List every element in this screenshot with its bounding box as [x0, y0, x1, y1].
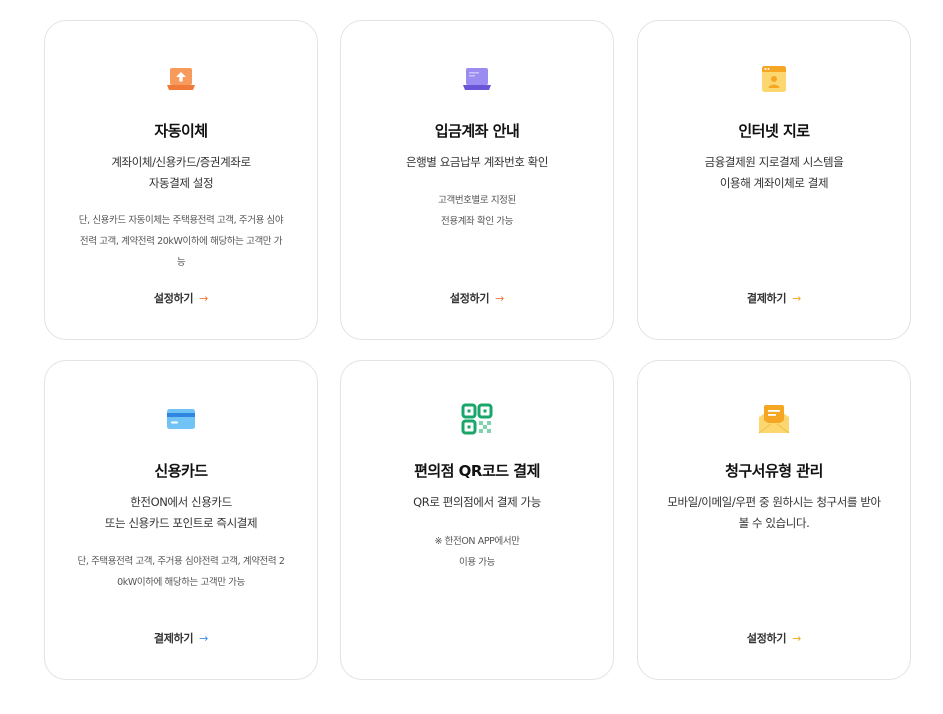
card-title: 신용카드: [154, 462, 208, 480]
action-label: 결제하기: [153, 632, 194, 645]
note-line: 이용 가능: [459, 557, 495, 568]
description-line: 계좌이체/신용카드/증권계좌로: [111, 155, 251, 169]
setup-link[interactable]: 설정하기 →: [341, 290, 613, 306]
laptop-upload-icon: [163, 61, 199, 97]
description-line: 이용해 계좌이체로 결제: [719, 176, 829, 190]
pay-link[interactable]: 결제하기 →: [45, 630, 317, 646]
description-line: QR로 편의점에서 결제 가능: [413, 495, 541, 509]
envelope-bill-icon: [756, 401, 792, 437]
card-description: 은행별 요금납부 계좌번호 확인: [355, 152, 599, 173]
note-line: 전용계좌 확인 가능: [441, 216, 513, 227]
description-line: 볼 수 있습니다.: [738, 516, 810, 530]
action-label: 결제하기: [746, 292, 787, 305]
card-note: 고객번호별로 지정된 전용계좌 확인 가능: [357, 190, 597, 232]
card-credit-card: 신용카드 한전ON에서 신용카드 또는 신용카드 포인트로 즉시결제 단, 주택…: [44, 360, 318, 680]
card-title: 청구서유형 관리: [725, 462, 823, 480]
note-line: 전력 고객, 계약전력 20kW이하에 해당하는 고객만 가: [79, 236, 283, 247]
card-description: 한전ON에서 신용카드 또는 신용카드 포인트로 즉시결제: [59, 492, 303, 534]
note-line: 단, 주택용전력 고객, 주거용 심야전력 고객, 계약전력 2: [77, 556, 285, 567]
description-line: 자동결제 설정: [148, 176, 214, 190]
arrow-right-icon: →: [199, 292, 209, 305]
action-label: 설정하기: [746, 632, 787, 645]
card-bill-type: 청구서유형 관리 모바일/이메일/우편 중 원하시는 청구서를 받아 볼 수 있…: [637, 360, 911, 680]
description-line: 금융결제원 지로결제 시스템을: [704, 155, 844, 169]
card-description: 금융결제원 지로결제 시스템을 이용해 계좌이체로 결제: [652, 152, 896, 194]
action-label: 설정하기: [449, 292, 490, 305]
laptop-icon: [459, 61, 495, 97]
card-note: 단, 주택용전력 고객, 주거용 심야전력 고객, 계약전력 2 0kW이하에 …: [61, 551, 301, 593]
note-line: 단, 신용카드 자동이체는 주택용전력 고객, 주거용 심야: [78, 215, 284, 226]
card-title: 자동이체: [154, 122, 208, 140]
note-line: 고객번호별로 지정된: [438, 195, 516, 206]
note-line: 능: [176, 257, 186, 268]
setup-link[interactable]: 설정하기 →: [45, 290, 317, 306]
description-line: 모바일/이메일/우편 중 원하시는 청구서를 받아: [667, 495, 881, 509]
card-auto-transfer: 자동이체 계좌이체/신용카드/증권계좌로 자동결제 설정 단, 신용카드 자동이…: [44, 20, 318, 340]
card-deposit-account: 입금계좌 안내 은행별 요금납부 계좌번호 확인 고객번호별로 지정된 전용계좌…: [340, 20, 614, 340]
action-label: 설정하기: [153, 292, 194, 305]
card-description: 모바일/이메일/우편 중 원하시는 청구서를 받아 볼 수 있습니다.: [652, 492, 896, 534]
qr-code-icon: [459, 401, 495, 437]
arrow-right-icon: →: [495, 292, 505, 305]
description-line: 은행별 요금납부 계좌번호 확인: [405, 155, 549, 169]
card-title: 인터넷 지로: [738, 122, 810, 140]
setup-link[interactable]: 설정하기 →: [638, 630, 910, 646]
card-convenience-qr: 편의점 QR코드 결제 QR로 편의점에서 결제 가능 ※ 한전ON APP에서…: [340, 360, 614, 680]
card-description: QR로 편의점에서 결제 가능: [355, 492, 599, 513]
arrow-right-icon: →: [792, 632, 802, 645]
credit-card-icon: [163, 401, 199, 437]
card-note: ※ 한전ON APP에서만 이용 가능: [357, 531, 597, 573]
browser-user-icon: [756, 61, 792, 97]
card-title: 편의점 QR코드 결제: [414, 462, 540, 480]
description-line: 또는 신용카드 포인트로 즉시결제: [104, 516, 258, 530]
pay-link[interactable]: 결제하기 →: [638, 290, 910, 306]
arrow-right-icon: →: [199, 632, 209, 645]
arrow-right-icon: →: [792, 292, 802, 305]
card-internet-giro: 인터넷 지로 금융결제원 지로결제 시스템을 이용해 계좌이체로 결제 결제하기…: [637, 20, 911, 340]
card-note: 단, 신용카드 자동이체는 주택용전력 고객, 주거용 심야 전력 고객, 계약…: [61, 210, 301, 273]
card-description: 계좌이체/신용카드/증권계좌로 자동결제 설정: [59, 152, 303, 194]
note-line: ※ 한전ON APP에서만: [434, 536, 520, 547]
card-title: 입금계좌 안내: [434, 122, 520, 140]
description-line: 한전ON에서 신용카드: [130, 495, 232, 509]
note-line: 0kW이하에 해당하는 고객만 가능: [117, 577, 245, 588]
